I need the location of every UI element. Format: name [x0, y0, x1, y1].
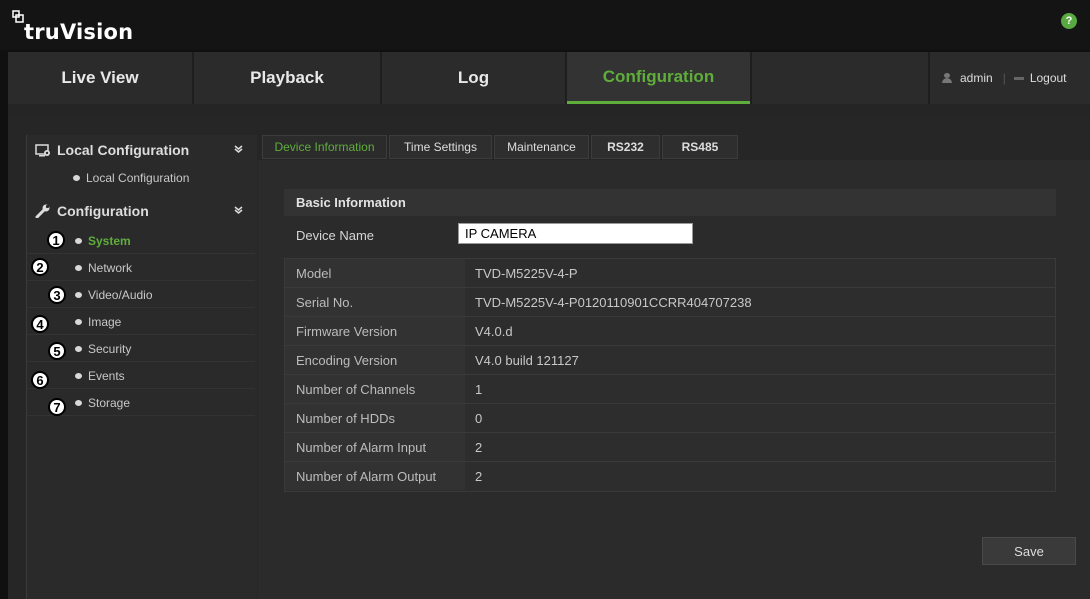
- local-config-icon: [35, 143, 51, 157]
- content-panel: Device Information Time Settings Mainten…: [258, 135, 1090, 599]
- tab-configuration[interactable]: Configuration: [567, 52, 750, 104]
- content-tabs: Device Information Time Settings Mainten…: [258, 135, 1090, 160]
- brand-name: truVision: [24, 20, 134, 44]
- callout-1: 1: [47, 231, 65, 249]
- info-row-alarm-input: Number of Alarm Input 2: [285, 433, 1055, 462]
- sidebar-item-label: Local Configuration: [86, 171, 190, 185]
- sidebar-item-label: Video/Audio: [88, 287, 153, 302]
- save-button[interactable]: Save: [982, 537, 1076, 565]
- sidebar-item-label: Security: [88, 341, 132, 356]
- info-value: V4.0.d: [475, 323, 513, 339]
- sidebar-header-label: Configuration: [57, 203, 149, 219]
- sidebar-item-label: System: [88, 233, 131, 248]
- callout-5: 5: [48, 342, 66, 360]
- sidebar-item-network[interactable]: Network: [27, 255, 255, 281]
- info-label: Firmware Version: [285, 317, 465, 345]
- info-row-hdds: Number of HDDs 0: [285, 404, 1055, 433]
- info-value: 2: [475, 468, 483, 484]
- sidebar-header-configuration[interactable]: Configuration: [27, 198, 255, 224]
- sidebar-header-local-configuration[interactable]: Local Configuration: [27, 137, 255, 163]
- tab-device-information[interactable]: Device Information: [262, 135, 387, 159]
- user-icon: [942, 73, 952, 83]
- sidebar-header-label: Local Configuration: [57, 142, 190, 158]
- callout-2: 2: [31, 258, 49, 276]
- info-label: Number of Alarm Output: [285, 462, 465, 490]
- info-row-serial: Serial No. TVD-M5225V-4-P0120110901CCRR4…: [285, 288, 1055, 317]
- bullet-icon: [75, 237, 82, 244]
- section-title: Basic Information: [284, 189, 1056, 216]
- tab-maintenance[interactable]: Maintenance: [494, 135, 589, 159]
- callout-3: 3: [48, 286, 66, 304]
- info-label: Number of Channels: [285, 375, 465, 403]
- sidebar: Local Configuration Local Configuration …: [26, 135, 257, 599]
- chevron-down-icon[interactable]: [234, 205, 243, 214]
- tab-rs485[interactable]: RS485: [662, 135, 738, 159]
- sidebar-item-local-configuration[interactable]: Local Configuration: [27, 165, 255, 191]
- info-value: V4.0 build 121127: [475, 352, 579, 368]
- info-value: TVD-M5225V-4-P: [475, 265, 578, 281]
- info-value: 0: [475, 410, 483, 426]
- tab-live-view[interactable]: Live View: [8, 52, 192, 104]
- logo-mark-icon: [12, 10, 24, 23]
- tab-log[interactable]: Log: [382, 52, 565, 104]
- info-label: Serial No.: [285, 288, 465, 316]
- bullet-icon: [75, 345, 82, 352]
- brand-bar: truVision ?: [0, 0, 1090, 50]
- sidebar-item-events[interactable]: Events: [27, 363, 255, 389]
- help-icon[interactable]: ?: [1061, 13, 1077, 29]
- info-value: 1: [475, 381, 483, 397]
- sidebar-item-label: Image: [88, 314, 122, 329]
- info-row-encoding: Encoding Version V4.0 build 121127: [285, 346, 1055, 375]
- tab-empty: [752, 52, 928, 104]
- callout-4: 4: [31, 315, 49, 333]
- wrench-icon: [35, 204, 51, 218]
- sidebar-item-label: Network: [88, 260, 133, 275]
- tab-time-settings[interactable]: Time Settings: [389, 135, 492, 159]
- bullet-icon: [75, 318, 82, 325]
- bullet-icon: [75, 291, 82, 298]
- device-info-table: Model TVD-M5225V-4-P Serial No. TVD-M522…: [284, 258, 1056, 492]
- bullet-icon: [75, 372, 82, 379]
- info-row-model: Model TVD-M5225V-4-P: [285, 259, 1055, 288]
- separator: |: [1002, 71, 1006, 85]
- tab-rs232[interactable]: RS232: [591, 135, 660, 159]
- info-label: Number of HDDs: [285, 404, 465, 432]
- sidebar-item-label: Events: [88, 368, 125, 383]
- logout-link[interactable]: Logout: [1030, 71, 1067, 85]
- user-area: admin | Logout: [930, 52, 1090, 104]
- tab-playback[interactable]: Playback: [194, 52, 380, 104]
- bullet-icon: [75, 399, 82, 406]
- callout-7: 7: [48, 398, 66, 416]
- info-row-channels: Number of Channels 1: [285, 375, 1055, 404]
- device-name-input[interactable]: [458, 223, 693, 244]
- logout-icon[interactable]: [1013, 76, 1024, 80]
- callout-6: 6: [31, 371, 49, 389]
- info-value: TVD-M5225V-4-P0120110901CCRR404707238: [475, 294, 752, 310]
- info-value: 2: [475, 439, 483, 455]
- info-label: Model: [285, 259, 465, 287]
- main-nav: Live View Playback Log Configuration adm…: [8, 52, 1090, 104]
- info-row-alarm-output: Number of Alarm Output 2: [285, 462, 1055, 491]
- info-label: Number of Alarm Input: [285, 433, 465, 461]
- sidebar-item-image[interactable]: Image: [27, 309, 255, 335]
- username: admin: [960, 71, 993, 85]
- bullet-icon: [75, 264, 82, 271]
- info-row-firmware: Firmware Version V4.0.d: [285, 317, 1055, 346]
- bullet-icon: [73, 175, 80, 181]
- info-label: Encoding Version: [285, 346, 465, 374]
- truvision-logo: truVision: [12, 10, 133, 44]
- sub-bar: [8, 104, 1090, 118]
- chevron-down-icon[interactable]: [234, 144, 243, 153]
- sidebar-item-label: Storage: [88, 395, 131, 410]
- device-name-label: Device Name: [296, 228, 375, 243]
